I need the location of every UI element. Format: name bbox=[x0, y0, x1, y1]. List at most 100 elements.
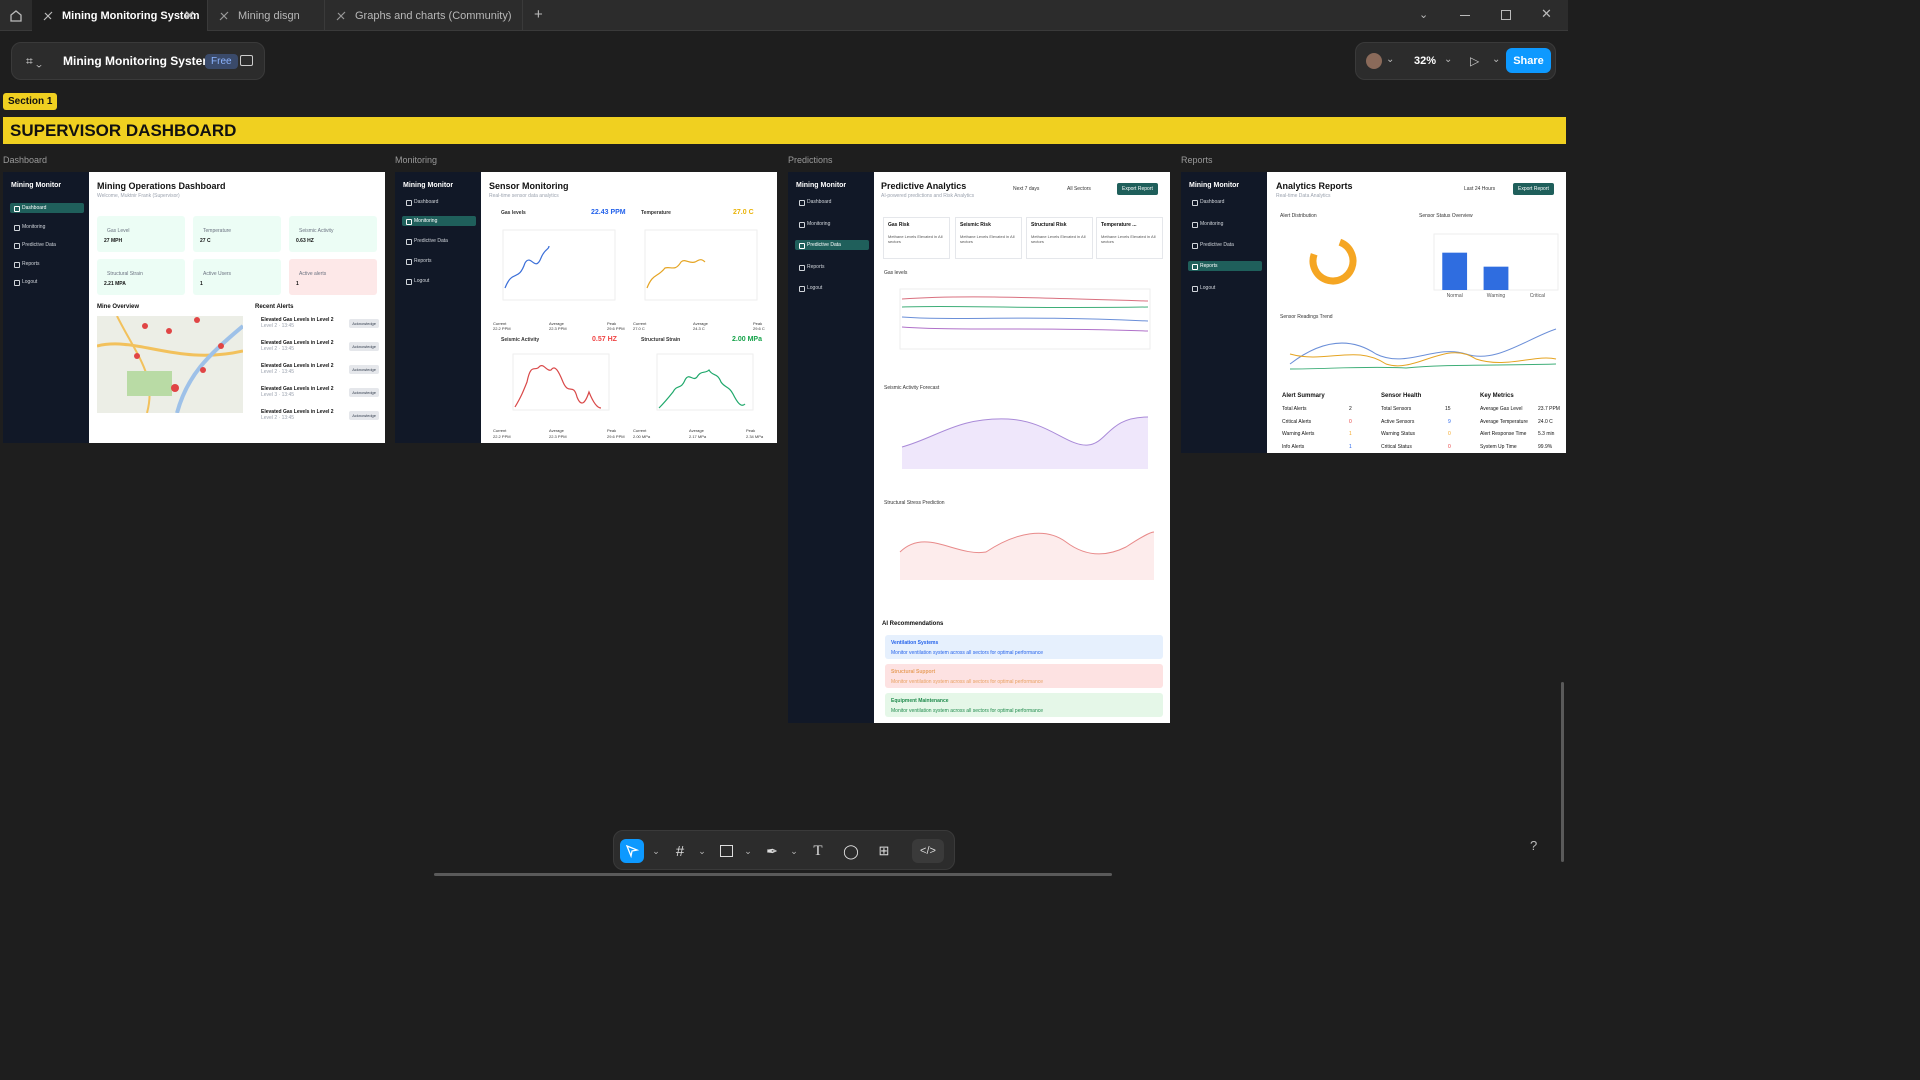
reports-frame[interactable]: Mining Monitor Dashboard Monitoring Pred… bbox=[1181, 172, 1566, 453]
page-subtitle: Real-time sensor data analytics bbox=[489, 193, 559, 199]
sidebar-item-logout[interactable]: Logout bbox=[402, 276, 476, 286]
chevron-down-icon[interactable]: ⌄ bbox=[736, 839, 760, 863]
brand: Mining Monitor bbox=[11, 182, 62, 189]
sidebar-item-predictive[interactable]: Predictive Data bbox=[402, 236, 476, 246]
sidebar-item-monitoring[interactable]: Monitoring bbox=[795, 219, 869, 229]
home-icon[interactable] bbox=[8, 8, 24, 24]
card-value: 2.21 MPA bbox=[104, 281, 126, 287]
acknowledge-button[interactable]: Acknowledge bbox=[349, 411, 379, 420]
figma-menu-icon[interactable]: ⌗ ⌄ bbox=[26, 54, 42, 69]
chevron-down-icon[interactable]: ⌄ bbox=[690, 839, 714, 863]
health-label: Critical Status bbox=[1381, 444, 1412, 450]
stat-average-value: 22.3 PPM bbox=[549, 326, 567, 331]
sidebar-item-dashboard[interactable]: Dashboard bbox=[1188, 197, 1262, 207]
move-tool-icon[interactable] bbox=[620, 839, 644, 863]
card-label: Active Users bbox=[203, 271, 232, 277]
sidebar-item-reports[interactable]: Reports bbox=[10, 259, 84, 269]
dashboard-frame[interactable]: Mining Monitor Dashboard Monitoring Pred… bbox=[3, 172, 385, 443]
sidebar-item-monitoring[interactable]: Monitoring bbox=[402, 216, 476, 226]
help-icon[interactable]: ? bbox=[1530, 838, 1537, 853]
alert-row: Elevated Gas Levels in Level 2 Level 2 · … bbox=[261, 317, 379, 337]
sidebar-item-predictive[interactable]: Predictive Data bbox=[795, 240, 869, 250]
section-label[interactable]: Section 1 bbox=[3, 93, 58, 110]
stat-current-value: 2.00 MPa bbox=[633, 434, 651, 439]
export-report-button[interactable]: Export Report bbox=[1117, 183, 1158, 195]
mine-overview-title: Mine Overview bbox=[97, 304, 140, 310]
risk-card: Gas Risk Methane Levels Elevated in All s… bbox=[883, 217, 950, 259]
acknowledge-button[interactable]: Acknowledge bbox=[349, 319, 379, 328]
acknowledge-button[interactable]: Acknowledge bbox=[349, 388, 379, 397]
vertical-scrollbar[interactable] bbox=[1561, 682, 1564, 862]
bar-tick-label: Critical bbox=[1530, 293, 1545, 299]
sector-select[interactable]: All Sectors bbox=[1067, 186, 1091, 192]
window-close-icon[interactable]: ✕ bbox=[1541, 6, 1552, 22]
sidebar-item-predictive[interactable]: Predictive Data bbox=[10, 240, 84, 250]
minimize-icon[interactable] bbox=[1460, 15, 1470, 16]
sidebar-item-monitoring[interactable]: Monitoring bbox=[10, 222, 84, 232]
sidebar-item-reports[interactable]: Reports bbox=[402, 256, 476, 266]
mine-map[interactable] bbox=[97, 316, 243, 413]
sidebar-item-logout[interactable]: Logout bbox=[795, 283, 869, 293]
alert-distribution-title: Alert Distribution bbox=[1280, 213, 1317, 219]
share-button[interactable]: Share bbox=[1506, 48, 1551, 73]
frame-tool-icon[interactable]: # bbox=[668, 839, 692, 863]
stat-peak-value: 29.6 PPM bbox=[607, 434, 625, 439]
chevron-down-icon[interactable]: ⌄ bbox=[1386, 54, 1394, 65]
avatar[interactable] bbox=[1366, 53, 1382, 69]
zoom-level[interactable]: 32% bbox=[1414, 55, 1436, 67]
sidebar-item-logout[interactable]: Logout bbox=[10, 277, 84, 287]
sidebar-item-dashboard[interactable]: Dashboard bbox=[10, 203, 84, 213]
sidebar-item-reports[interactable]: Reports bbox=[795, 262, 869, 272]
plan-badge: Free bbox=[205, 54, 238, 69]
new-tab-icon[interactable]: + bbox=[534, 6, 543, 23]
file-name[interactable]: Mining Monitoring System bbox=[63, 54, 213, 68]
gas-forecast-chart bbox=[899, 288, 1151, 350]
chevron-down-icon[interactable]: ⌄ bbox=[644, 839, 668, 863]
panel-toggle-icon[interactable] bbox=[240, 55, 253, 66]
frame-label-dashboard[interactable]: Dashboard bbox=[3, 155, 47, 165]
comment-tool-icon[interactable]: ◯ bbox=[839, 839, 863, 863]
chevron-down-icon[interactable]: ⌄ bbox=[782, 839, 806, 863]
sidebar-item-monitoring[interactable]: Monitoring bbox=[1188, 219, 1262, 229]
tab-label: Mining disgn bbox=[238, 9, 300, 22]
card-label: Active alerts bbox=[299, 271, 327, 277]
tab-mining-monitoring[interactable]: Mining Monitoring System ✕ bbox=[32, 0, 208, 31]
tab-graphs-charts[interactable]: Graphs and charts (Community) bbox=[325, 0, 523, 31]
frame-label-reports[interactable]: Reports bbox=[1181, 155, 1213, 165]
chevron-down-icon[interactable]: ⌄ bbox=[1492, 54, 1500, 65]
rectangle-tool-icon[interactable] bbox=[714, 839, 738, 863]
page-title: Mining Operations Dashboard bbox=[97, 181, 226, 191]
metric-label: Average Gas Level bbox=[1480, 406, 1523, 412]
chevron-down-icon[interactable]: ⌄ bbox=[1419, 8, 1428, 21]
monitoring-frame[interactable]: Mining Monitor Dashboard Monitoring Pred… bbox=[395, 172, 777, 443]
sidebar-item-reports[interactable]: Reports bbox=[1188, 261, 1262, 271]
dev-mode-icon[interactable]: </> bbox=[912, 839, 944, 863]
play-icon[interactable]: ▷ bbox=[1470, 54, 1479, 68]
stat-average: Average bbox=[549, 428, 564, 433]
sidebar-item-dashboard[interactable]: Dashboard bbox=[402, 197, 476, 207]
acknowledge-button[interactable]: Acknowledge bbox=[349, 365, 379, 374]
pen-tool-icon[interactable]: ✒ bbox=[760, 839, 784, 863]
close-icon[interactable]: ✕ bbox=[184, 8, 195, 24]
frame-label-monitoring[interactable]: Monitoring bbox=[395, 155, 437, 165]
stat-average-value: 2.17 MPa bbox=[689, 434, 707, 439]
stat-current-value: 22.2 PPM bbox=[493, 326, 511, 331]
range-select[interactable]: Next 7 days bbox=[1013, 186, 1039, 192]
frame-label-predictions[interactable]: Predictions bbox=[788, 155, 833, 165]
chevron-down-icon[interactable]: ⌄ bbox=[1444, 54, 1452, 65]
restore-icon[interactable] bbox=[1501, 10, 1511, 20]
acknowledge-button[interactable]: Acknowledge bbox=[349, 342, 379, 351]
card-value: 27 C bbox=[200, 238, 211, 244]
summary-value: 1 bbox=[1349, 431, 1352, 437]
risk-card: Structural Risk Methane Levels Elevated i… bbox=[1026, 217, 1093, 259]
export-report-button[interactable]: Export Report bbox=[1513, 183, 1554, 195]
tab-mining-disgn[interactable]: Mining disgn bbox=[208, 0, 325, 31]
sidebar-item-dashboard[interactable]: Dashboard bbox=[795, 197, 869, 207]
tab-bar: Mining Monitoring System ✕ Mining disgn … bbox=[0, 0, 1568, 31]
text-tool-icon[interactable]: T bbox=[806, 839, 830, 863]
sidebar-item-predictive[interactable]: Predictive Data bbox=[1188, 240, 1262, 250]
range-select[interactable]: Last 24 Hours bbox=[1464, 186, 1495, 192]
horizontal-scrollbar[interactable] bbox=[434, 873, 1112, 876]
sidebar-item-logout[interactable]: Logout bbox=[1188, 283, 1262, 293]
components-icon[interactable]: ⊞ bbox=[872, 839, 896, 863]
